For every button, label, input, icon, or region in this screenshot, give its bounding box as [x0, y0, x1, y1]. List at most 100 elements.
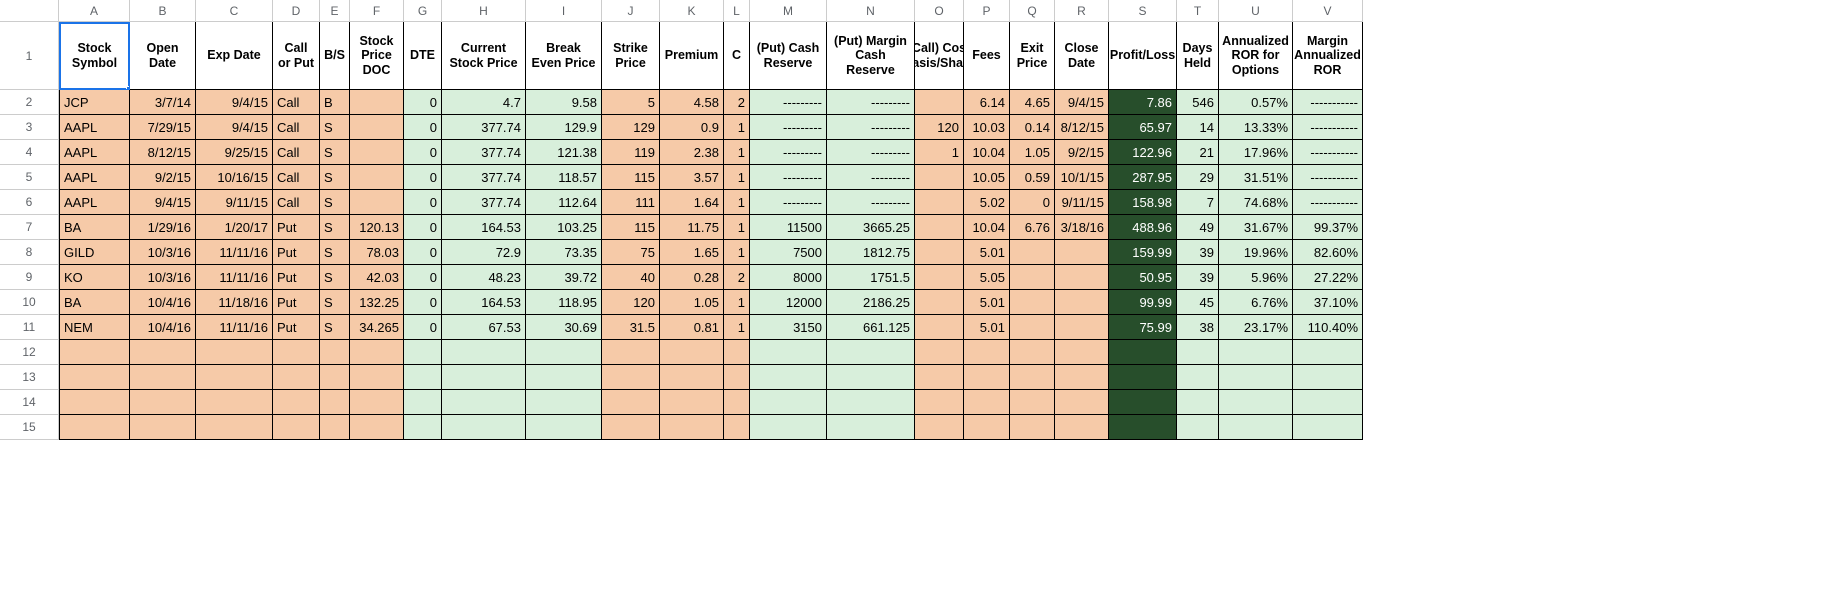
cell-O11[interactable]: [915, 315, 964, 340]
cell-V10[interactable]: 37.10%: [1293, 290, 1363, 315]
header-cell-R[interactable]: Close Date: [1055, 22, 1109, 90]
cell-C15[interactable]: [196, 415, 273, 440]
cell-Q13[interactable]: [1010, 365, 1055, 390]
cell-U9[interactable]: 5.96%: [1219, 265, 1293, 290]
cell-P4[interactable]: 10.04: [964, 140, 1010, 165]
col-header-S[interactable]: S: [1109, 0, 1177, 22]
cell-K6[interactable]: 1.64: [660, 190, 724, 215]
cell-P10[interactable]: 5.01: [964, 290, 1010, 315]
cell-D12[interactable]: [273, 340, 320, 365]
cell-H2[interactable]: 4.7: [442, 90, 526, 115]
cell-U13[interactable]: [1219, 365, 1293, 390]
cell-S14[interactable]: [1109, 390, 1177, 415]
col-header-C[interactable]: C: [196, 0, 273, 22]
cell-U15[interactable]: [1219, 415, 1293, 440]
cell-L4[interactable]: 1: [724, 140, 750, 165]
col-header-U[interactable]: U: [1219, 0, 1293, 22]
cell-J5[interactable]: 115: [602, 165, 660, 190]
cell-K5[interactable]: 3.57: [660, 165, 724, 190]
cell-E7[interactable]: S: [320, 215, 350, 240]
cell-I9[interactable]: 39.72: [526, 265, 602, 290]
row-header-8[interactable]: 8: [0, 240, 59, 265]
cell-R8[interactable]: [1055, 240, 1109, 265]
cell-T5[interactable]: 29: [1177, 165, 1219, 190]
cell-K8[interactable]: 1.65: [660, 240, 724, 265]
cell-S2[interactable]: 7.86: [1109, 90, 1177, 115]
cell-L5[interactable]: 1: [724, 165, 750, 190]
col-header-R[interactable]: R: [1055, 0, 1109, 22]
cell-I11[interactable]: 30.69: [526, 315, 602, 340]
cell-O5[interactable]: [915, 165, 964, 190]
cell-S12[interactable]: [1109, 340, 1177, 365]
cell-G5[interactable]: 0: [404, 165, 442, 190]
cell-A12[interactable]: [59, 340, 130, 365]
cell-Q15[interactable]: [1010, 415, 1055, 440]
cell-T4[interactable]: 21: [1177, 140, 1219, 165]
cell-N7[interactable]: 3665.25: [827, 215, 915, 240]
cell-O8[interactable]: [915, 240, 964, 265]
cell-G7[interactable]: 0: [404, 215, 442, 240]
col-header-A[interactable]: A: [59, 0, 130, 22]
cell-O3[interactable]: 120: [915, 115, 964, 140]
cell-O14[interactable]: [915, 390, 964, 415]
header-cell-J[interactable]: Strike Price: [602, 22, 660, 90]
cell-T12[interactable]: [1177, 340, 1219, 365]
row-header-3[interactable]: 3: [0, 115, 59, 140]
cell-I8[interactable]: 73.35: [526, 240, 602, 265]
row-header-10[interactable]: 10: [0, 290, 59, 315]
cell-L14[interactable]: [724, 390, 750, 415]
cell-D11[interactable]: Put: [273, 315, 320, 340]
cell-B7[interactable]: 1/29/16: [130, 215, 196, 240]
cell-N13[interactable]: [827, 365, 915, 390]
cell-F8[interactable]: 78.03: [350, 240, 404, 265]
cell-U10[interactable]: 6.76%: [1219, 290, 1293, 315]
cell-D14[interactable]: [273, 390, 320, 415]
cell-B12[interactable]: [130, 340, 196, 365]
cell-F7[interactable]: 120.13: [350, 215, 404, 240]
row-header-14[interactable]: 14: [0, 390, 59, 415]
cell-H7[interactable]: 164.53: [442, 215, 526, 240]
cell-I14[interactable]: [526, 390, 602, 415]
cell-G10[interactable]: 0: [404, 290, 442, 315]
cell-H10[interactable]: 164.53: [442, 290, 526, 315]
cell-B10[interactable]: 10/4/16: [130, 290, 196, 315]
row-header-4[interactable]: 4: [0, 140, 59, 165]
cell-N12[interactable]: [827, 340, 915, 365]
cell-C4[interactable]: 9/25/15: [196, 140, 273, 165]
cell-C11[interactable]: 11/11/16: [196, 315, 273, 340]
cell-P5[interactable]: 10.05: [964, 165, 1010, 190]
cell-R7[interactable]: 3/18/16: [1055, 215, 1109, 240]
header-cell-H[interactable]: Current Stock Price: [442, 22, 526, 90]
cell-V4[interactable]: -----------: [1293, 140, 1363, 165]
cell-F15[interactable]: [350, 415, 404, 440]
cell-S5[interactable]: 287.95: [1109, 165, 1177, 190]
cell-F12[interactable]: [350, 340, 404, 365]
cell-A5[interactable]: AAPL: [59, 165, 130, 190]
cell-P11[interactable]: 5.01: [964, 315, 1010, 340]
cell-M15[interactable]: [750, 415, 827, 440]
cell-D13[interactable]: [273, 365, 320, 390]
cell-G13[interactable]: [404, 365, 442, 390]
cell-L15[interactable]: [724, 415, 750, 440]
cell-R12[interactable]: [1055, 340, 1109, 365]
cell-B13[interactable]: [130, 365, 196, 390]
cell-N10[interactable]: 2186.25: [827, 290, 915, 315]
cell-F11[interactable]: 34.265: [350, 315, 404, 340]
header-cell-T[interactable]: Days Held: [1177, 22, 1219, 90]
cell-E13[interactable]: [320, 365, 350, 390]
cell-N8[interactable]: 1812.75: [827, 240, 915, 265]
cell-P6[interactable]: 5.02: [964, 190, 1010, 215]
cell-M11[interactable]: 3150: [750, 315, 827, 340]
cell-L6[interactable]: 1: [724, 190, 750, 215]
cell-J4[interactable]: 119: [602, 140, 660, 165]
cell-F14[interactable]: [350, 390, 404, 415]
cell-C3[interactable]: 9/4/15: [196, 115, 273, 140]
cell-G2[interactable]: 0: [404, 90, 442, 115]
cell-H5[interactable]: 377.74: [442, 165, 526, 190]
cell-P12[interactable]: [964, 340, 1010, 365]
cell-V2[interactable]: -----------: [1293, 90, 1363, 115]
cell-O7[interactable]: [915, 215, 964, 240]
cell-R10[interactable]: [1055, 290, 1109, 315]
cell-J14[interactable]: [602, 390, 660, 415]
cell-Q9[interactable]: [1010, 265, 1055, 290]
